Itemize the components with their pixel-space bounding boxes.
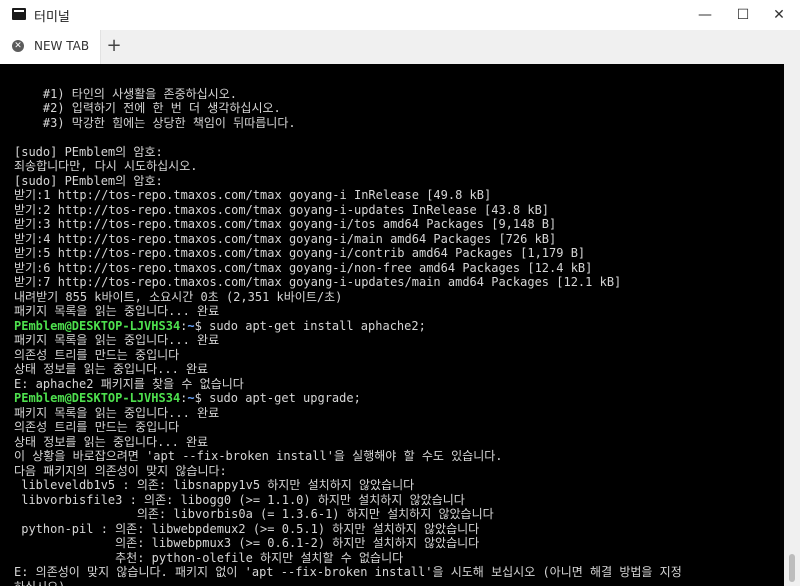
terminal-line: 받기:7 http://tos-repo.tmaxos.com/tmax goy… [14, 275, 622, 289]
terminal-line: 내려받기 855 k바이트, 소요시간 0초 (2,351 k바이트/초) [14, 289, 343, 304]
new-tab-button[interactable]: + [104, 34, 124, 58]
terminal-line: 의존: libwebpmux3 (>= 0.6.1-2) 하지만 설치하지 않았… [14, 536, 480, 550]
terminal-app-icon [12, 8, 26, 20]
prompt-line: PEmblem@DESKTOP-LJVHS34:~$ sudo apt-get … [14, 391, 682, 406]
terminal-line: [sudo] PEmblem의 암호: [14, 173, 163, 188]
command-text: sudo apt-get install aphache2; [209, 318, 426, 333]
terminal-line: 받기:6 http://tos-repo.tmaxos.com/tmax goy… [14, 260, 593, 275]
tab-label: NEW TAB [34, 39, 90, 53]
terminal-line: 받기:5 http://tos-repo.tmaxos.com/tmax goy… [14, 246, 586, 260]
prompt-path: ~ [187, 318, 195, 333]
terminal-line: 패키지 목록을 읽는 중입니다... 완료 [14, 405, 220, 420]
terminal-line: #1) 타인의 사생활을 존중하십시오. [14, 86, 237, 101]
scrollbar-thumb[interactable] [789, 554, 795, 582]
terminal-line: 다음 패키지의 의존성이 맞지 않습니다: [14, 463, 227, 478]
terminal-line: 패키지 목록을 읽는 중입니다... 완료 [14, 333, 220, 347]
terminal-line: libleveldb1v5 : 의존: libsnappy1v5 하지만 설치하… [14, 478, 415, 492]
title-bar: 터미널 — ☐ ✕ [0, 0, 800, 30]
terminal-line: libvorbisfile3 : 의존: libogg0 (>= 1.1.0) … [14, 492, 465, 507]
terminal-line: 의존성 트리를 만드는 중입니다 [14, 420, 180, 434]
terminal-line: 받기:4 http://tos-repo.tmaxos.com/tmax goy… [14, 231, 557, 246]
terminal-line: 상태 정보를 읽는 중입니다... 완료 [14, 362, 209, 376]
tab-new-tab[interactable]: ✕ NEW TAB [0, 30, 101, 64]
close-button[interactable]: ✕ [762, 0, 796, 30]
tab-bar: ✕ NEW TAB + [0, 30, 800, 65]
terminal-line: 의존: libvorbis0a (= 1.3.6-1) 하지만 설치하지 않았습… [14, 507, 494, 521]
prompt-end: $ [194, 391, 210, 405]
terminal-line: #3) 막강한 힘에는 상당한 책임이 뒤따릅니다. [14, 115, 296, 130]
terminal-line: 받기:1 http://tos-repo.tmaxos.com/tmax goy… [14, 188, 492, 202]
terminal-line: 받기:3 http://tos-repo.tmaxos.com/tmax goy… [14, 217, 557, 231]
command-text: sudo apt-get upgrade; [209, 391, 361, 405]
terminal-line: 추천: python-olefile 하지만 설치할 수 없습니다 [14, 550, 404, 565]
prompt-line: PEmblem@DESKTOP-LJVHS34:~$ sudo apt-get … [14, 319, 682, 334]
scrollbar[interactable] [784, 64, 800, 586]
maximize-button[interactable]: ☐ [726, 0, 760, 30]
window-title: 터미널 [34, 10, 70, 25]
minimize-button[interactable]: — [688, 0, 722, 30]
terminal-line: 받기:2 http://tos-repo.tmaxos.com/tmax goy… [14, 202, 550, 217]
terminal-line: 하십시오). [14, 580, 682, 586]
terminal-line: E: 의존성이 맞지 않습니다. 패키지 없이 'apt --fix-broke… [14, 565, 682, 579]
terminal-line: 죄송합니다만, 다시 시도하십시오. [14, 159, 198, 173]
terminal-line: E: aphache2 패키지를 찾을 수 없습니다 [14, 376, 244, 391]
terminal-line: 상태 정보를 읽는 중입니다... 완료 [14, 434, 209, 449]
prompt-path: ~ [187, 391, 195, 405]
terminal-line: 의존성 트리를 만드는 중입니다 [14, 347, 180, 362]
terminal-line: [sudo] PEmblem의 암호: [14, 144, 163, 159]
terminal-line: 이 상황을 바로잡으려면 'apt --fix-broken install'을… [14, 449, 503, 463]
prompt-end: $ [194, 318, 210, 333]
terminal-line: python-pil : 의존: libwebpdemux2 (>= 0.5.1… [14, 521, 480, 536]
terminal-line: #2) 입력하기 전에 한 번 더 생각하십시오. [14, 101, 281, 115]
terminal-output[interactable]: #1) 타인의 사생활을 존중하십시오. #2) 입력하기 전에 한 번 더 생… [0, 64, 784, 586]
prompt-user: PEmblem@DESKTOP-LJVHS34 [14, 391, 181, 405]
prompt-user: PEmblem@DESKTOP-LJVHS34 [14, 318, 181, 333]
terminal-line: 패키지 목록을 읽는 중입니다... 완료 [14, 304, 220, 318]
close-tab-icon[interactable]: ✕ [12, 40, 24, 52]
